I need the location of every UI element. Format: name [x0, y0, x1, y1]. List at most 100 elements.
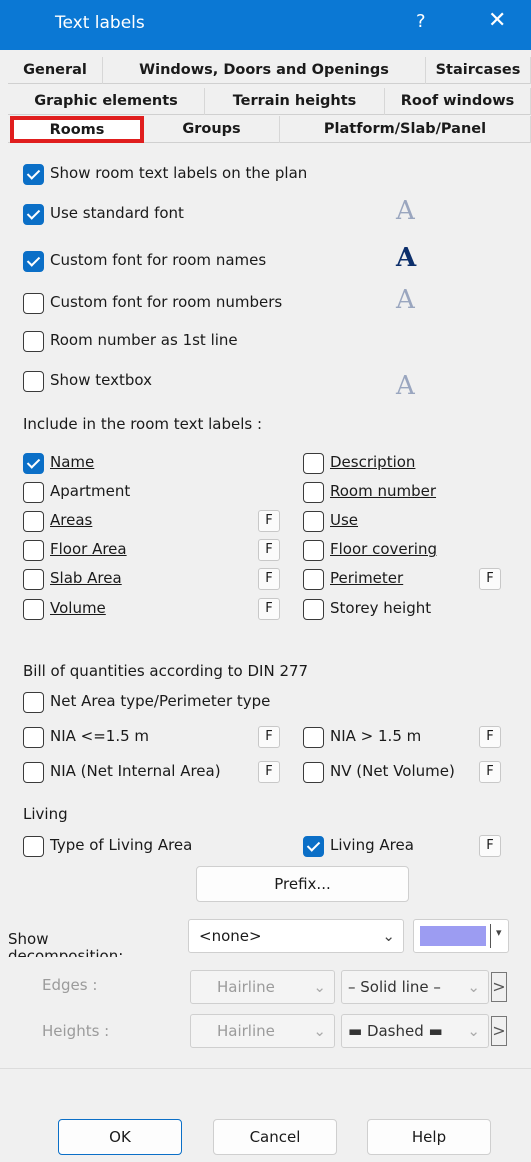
chevron-down-icon: ⌄ — [313, 978, 326, 996]
title-bar: Text labels ? ✕ — [0, 0, 531, 50]
include-areas-checkbox[interactable] — [23, 511, 44, 532]
edges-style-select[interactable]: – Solid line – ⌄ — [341, 970, 489, 1004]
include-volume-checkbox[interactable] — [23, 599, 44, 620]
edges-weight-select[interactable]: Hairline ⌄ — [190, 970, 335, 1004]
edges-label: Edges : — [42, 976, 98, 994]
show-decomposition-label-2: decomposition: — [8, 947, 124, 957]
custom-numbers-checkbox[interactable] — [23, 293, 44, 314]
include-heading: Include in the room text labels : — [23, 415, 263, 433]
cancel-button[interactable]: Cancel — [213, 1119, 337, 1155]
standard-font-icon[interactable]: A — [396, 196, 415, 226]
include-room-number-label: Room number — [330, 482, 437, 500]
edges-style-value: – Solid line – — [348, 978, 441, 996]
volume-format-button[interactable]: F — [258, 598, 280, 620]
floor-area-format-button[interactable]: F — [258, 539, 280, 561]
nv-checkbox[interactable] — [303, 762, 324, 783]
tab-roof-windows[interactable]: Roof windows — [385, 88, 531, 115]
show-textbox-checkbox[interactable] — [23, 371, 44, 392]
include-perimeter-label: Perimeter — [330, 569, 404, 587]
show-textbox-label: Show textbox — [50, 371, 152, 389]
room-name-font-icon[interactable]: A — [396, 243, 416, 273]
nia-le-checkbox[interactable] — [23, 727, 44, 748]
include-description-label: Description — [330, 453, 416, 471]
nia-gt-checkbox[interactable] — [303, 727, 324, 748]
tab-terrain-heights[interactable]: Terrain heights — [205, 88, 385, 115]
tab-platform-slab-panel[interactable]: Platform/Slab/Panel — [280, 116, 531, 143]
slab-area-format-button[interactable]: F — [258, 568, 280, 590]
heights-style-select[interactable]: ▬ Dashed ▬ ⌄ — [341, 1014, 489, 1048]
prefix-button[interactable]: Prefix... — [196, 866, 409, 902]
heights-weight-select[interactable]: Hairline ⌄ — [190, 1014, 335, 1048]
color-picker[interactable]: ▾ — [413, 919, 509, 953]
living-area-checkbox[interactable] — [303, 836, 324, 857]
include-perimeter-checkbox[interactable] — [303, 569, 324, 590]
tab-row-3: Rooms Groups Platform/Slab/Panel — [8, 116, 531, 143]
include-use-label: Use — [330, 511, 359, 529]
nia-full-label: NIA (Net Internal Area) — [50, 762, 221, 780]
type-of-living-checkbox[interactable] — [23, 836, 44, 857]
room-number-first-checkbox[interactable] — [23, 331, 44, 352]
ok-button[interactable]: OK — [58, 1119, 182, 1155]
dropdown-arrow-icon: ▾ — [496, 926, 502, 939]
include-floor-area-label: Floor Area — [50, 540, 127, 558]
heights-more-button[interactable]: > — [491, 1016, 507, 1046]
show-labels-checkbox[interactable] — [23, 164, 44, 185]
custom-names-label: Custom font for room names — [50, 251, 267, 269]
room-number-font-icon[interactable]: A — [396, 285, 415, 315]
nia-le-format-button[interactable]: F — [258, 726, 280, 748]
living-area-label: Living Area — [330, 836, 414, 854]
include-floor-area-checkbox[interactable] — [23, 540, 44, 561]
chevron-down-icon: ⌄ — [313, 1022, 326, 1040]
room-number-first-label: Room number as 1st line — [50, 331, 238, 349]
tab-row-2: Graphic elements Terrain heights Roof wi… — [8, 88, 531, 115]
color-swatch — [420, 926, 486, 946]
tab-graphic-elements[interactable]: Graphic elements — [8, 88, 205, 115]
picker-divider — [490, 924, 491, 948]
tab-windows-doors[interactable]: Windows, Doors and Openings — [103, 57, 426, 84]
standard-font-checkbox[interactable] — [23, 204, 44, 225]
heights-style-value: ▬ Dashed ▬ — [348, 1022, 443, 1040]
tab-rooms[interactable]: Rooms — [10, 116, 144, 143]
heights-label: Heights : — [42, 1022, 110, 1040]
chevron-down-icon: ⌄ — [382, 927, 395, 945]
include-slab-area-label: Slab Area — [50, 569, 122, 587]
help-icon[interactable]: ? — [416, 11, 426, 32]
help-button[interactable]: Help — [367, 1119, 491, 1155]
include-use-checkbox[interactable] — [303, 511, 324, 532]
chevron-down-icon: ⌄ — [467, 978, 480, 996]
include-areas-label: Areas — [50, 511, 93, 529]
standard-font-label: Use standard font — [50, 204, 184, 222]
divider — [0, 1068, 531, 1069]
nia-gt-format-button[interactable]: F — [479, 726, 501, 748]
textbox-font-icon[interactable]: A — [396, 371, 415, 401]
include-description-checkbox[interactable] — [303, 453, 324, 474]
chevron-down-icon: ⌄ — [467, 1022, 480, 1040]
decomposition-select[interactable]: <none> ⌄ — [188, 919, 404, 953]
decomposition-value: <none> — [199, 927, 262, 945]
nia-gt-label: NIA > 1.5 m — [330, 727, 422, 745]
areas-format-button[interactable]: F — [258, 510, 280, 532]
include-floor-covering-label: Floor covering — [330, 540, 437, 558]
include-floor-covering-checkbox[interactable] — [303, 540, 324, 561]
include-storey-height-checkbox[interactable] — [303, 599, 324, 620]
close-icon[interactable]: ✕ — [488, 8, 506, 33]
living-area-format-button[interactable]: F — [479, 835, 501, 857]
net-area-type-checkbox[interactable] — [23, 692, 44, 713]
tab-groups[interactable]: Groups — [144, 116, 280, 143]
show-decomposition-label-1: Show — [8, 930, 49, 948]
edges-more-button[interactable]: > — [491, 972, 507, 1002]
living-heading: Living — [23, 805, 68, 823]
nia-full-format-button[interactable]: F — [258, 761, 280, 783]
tab-general[interactable]: General — [8, 57, 103, 84]
nv-format-button[interactable]: F — [479, 761, 501, 783]
custom-numbers-label: Custom font for room numbers — [50, 293, 283, 311]
include-name-checkbox[interactable] — [23, 453, 44, 474]
nia-full-checkbox[interactable] — [23, 762, 44, 783]
include-slab-area-checkbox[interactable] — [23, 569, 44, 590]
include-room-number-checkbox[interactable] — [303, 482, 324, 503]
tab-staircases[interactable]: Staircases — [426, 57, 531, 84]
include-apartment-checkbox[interactable] — [23, 482, 44, 503]
nv-label: NV (Net Volume) — [330, 762, 455, 780]
perimeter-format-button[interactable]: F — [479, 568, 501, 590]
custom-names-checkbox[interactable] — [23, 251, 44, 272]
